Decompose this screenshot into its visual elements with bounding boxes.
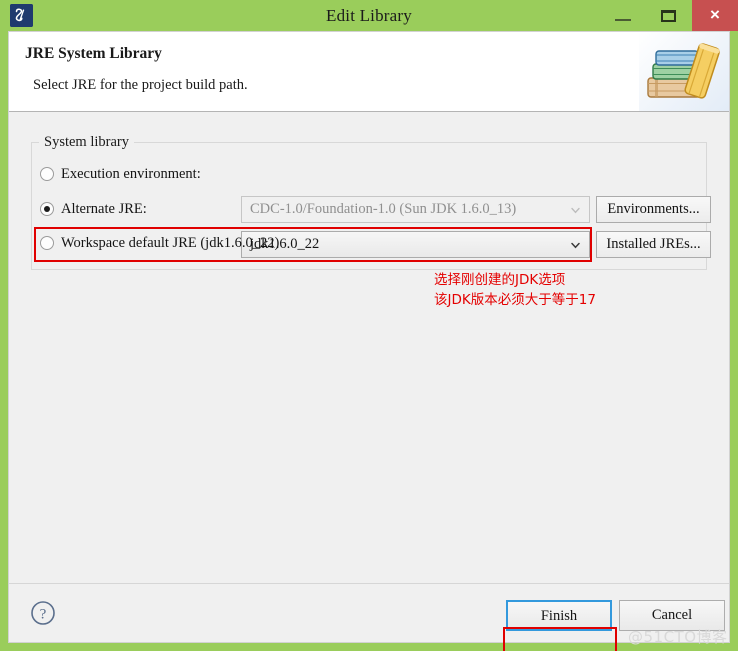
page-description: Select JRE for the project build path. xyxy=(33,77,248,93)
dialog-client-area: JRE System Library Select JRE for the pr… xyxy=(8,31,730,651)
window-titlebar[interactable]: Edit Library × xyxy=(0,0,738,31)
annotation-note-line-2: 该JDK版本必须大于等于17 xyxy=(434,292,596,308)
maximize-icon xyxy=(661,10,676,22)
edit-library-dialog: Edit Library × JRE System Library Select… xyxy=(0,0,738,651)
radio-workspace-default-jre-indicator xyxy=(40,236,54,250)
footer-separator xyxy=(9,583,729,584)
help-question-icon[interactable]: ? xyxy=(29,599,57,627)
annotation-note: 选择刚创建的JDK选项 该JDK版本必须大于等于17 xyxy=(434,270,596,310)
chevron-down-icon xyxy=(571,206,580,215)
svg-text:?: ? xyxy=(40,607,47,623)
cancel-button[interactable]: Cancel xyxy=(619,600,725,631)
minimize-button[interactable] xyxy=(600,0,646,31)
radio-alternate-jre[interactable]: Alternate JRE: xyxy=(40,198,147,220)
maximize-button[interactable] xyxy=(646,0,692,31)
eclipse-icon xyxy=(10,4,33,27)
alternate-jre-combo[interactable]: jdk1.6.0_22 xyxy=(241,231,590,258)
annotation-note-line-1: 选择刚创建的JDK选项 xyxy=(434,272,566,288)
installed-jres-button[interactable]: Installed JREs... xyxy=(596,231,711,258)
close-button[interactable]: × xyxy=(692,0,738,31)
system-library-group-legend: System library xyxy=(39,134,134,151)
books-stack-icon xyxy=(639,32,729,111)
radio-workspace-default-jre[interactable]: Workspace default JRE (jdk1.6.0_22) xyxy=(40,232,279,254)
radio-execution-environment-indicator xyxy=(40,167,54,181)
page-title: JRE System Library xyxy=(25,45,162,62)
radio-execution-environment[interactable]: Execution environment: xyxy=(40,163,201,185)
chevron-down-icon xyxy=(571,241,580,250)
close-icon: × xyxy=(710,5,720,24)
finish-button[interactable]: Finish xyxy=(506,600,612,631)
dialog-header: JRE System Library Select JRE for the pr… xyxy=(9,32,729,112)
execution-environment-combo[interactable]: CDC-1.0/Foundation-1.0 (Sun JDK 1.6.0_13… xyxy=(241,196,590,223)
radio-workspace-default-jre-label: Workspace default JRE (jdk1.6.0_22) xyxy=(61,234,280,251)
environments-button[interactable]: Environments... xyxy=(596,196,711,223)
radio-execution-environment-label: Execution environment: xyxy=(61,165,201,182)
radio-alternate-jre-indicator xyxy=(40,202,54,216)
execution-environment-value: CDC-1.0/Foundation-1.0 (Sun JDK 1.6.0_13… xyxy=(250,201,517,217)
minimize-icon xyxy=(615,19,631,21)
radio-alternate-jre-label: Alternate JRE: xyxy=(61,200,147,217)
